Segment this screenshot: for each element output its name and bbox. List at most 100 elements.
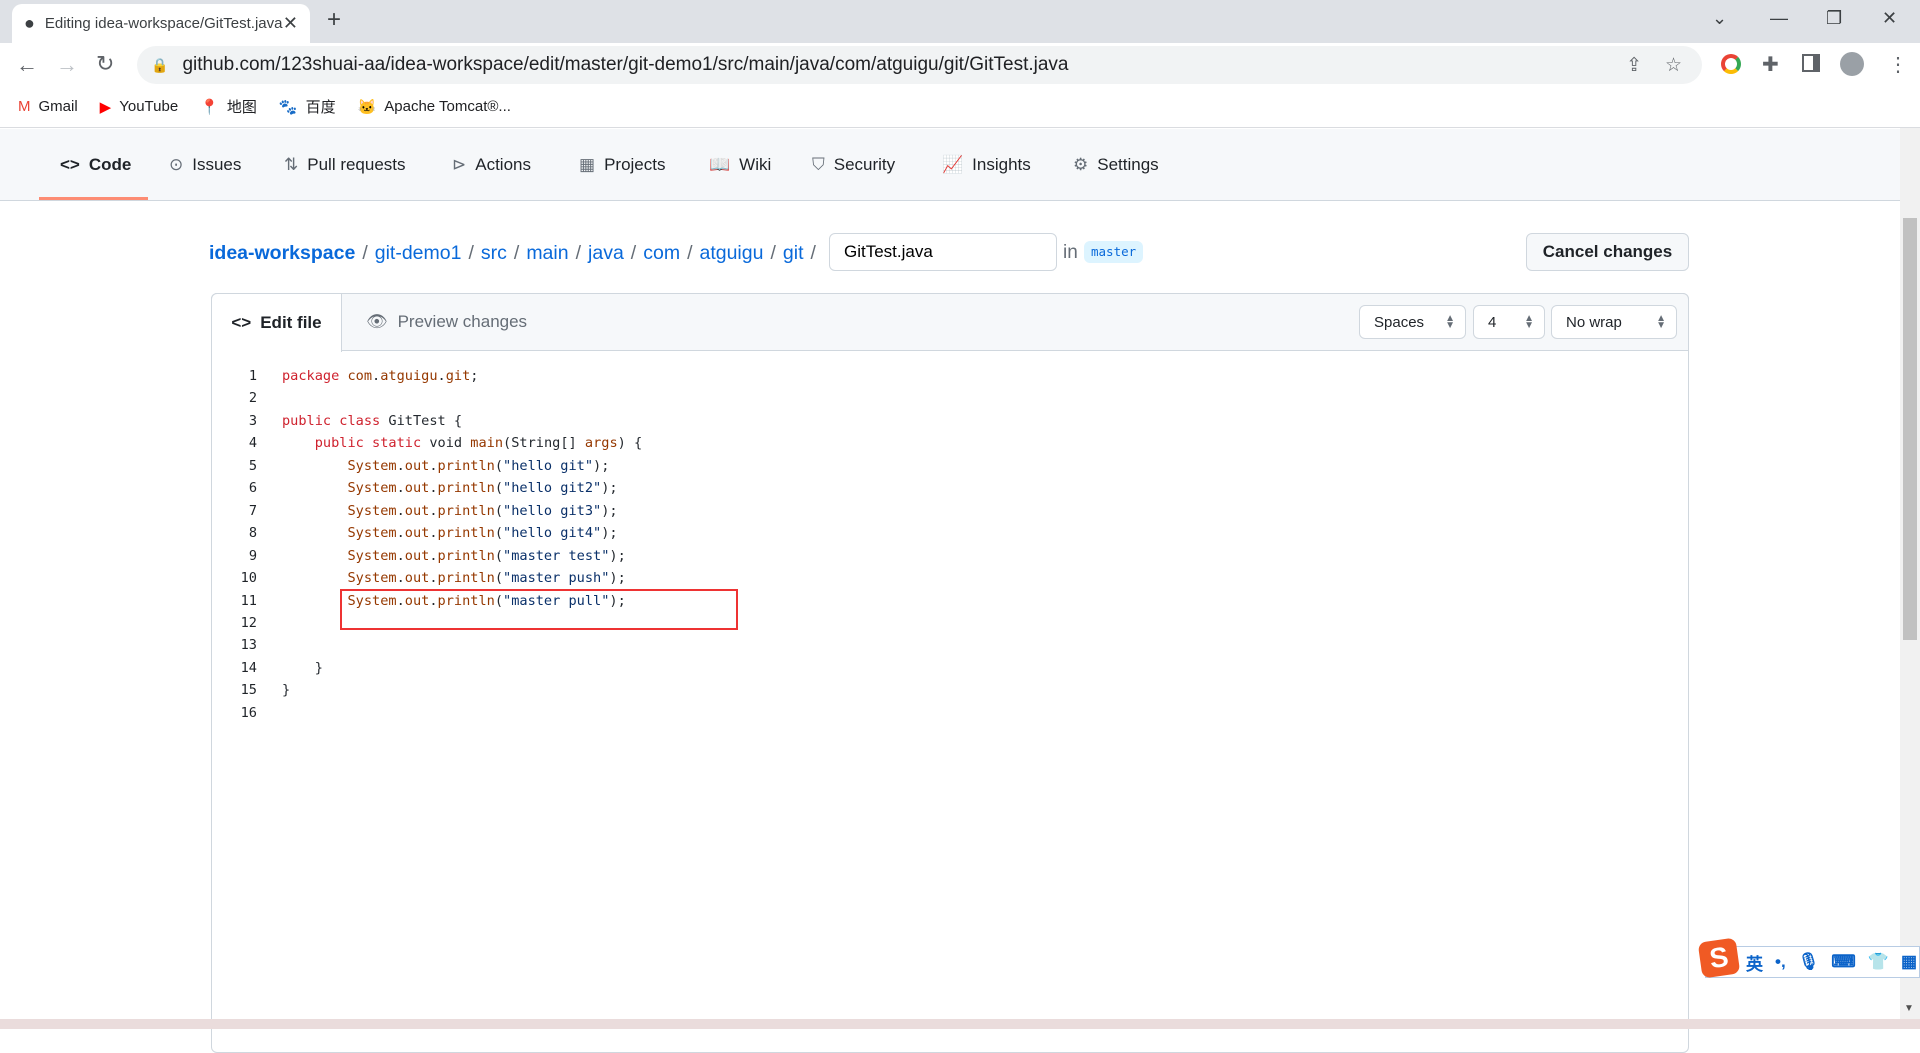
code-line: public static void main(String[] args) { [314,435,643,452]
tab-preview-changes[interactable]: 👁 Preview changes [366,293,527,351]
breadcrumb-item[interactable]: git-demo1 [375,242,462,265]
repo-nav: <> Code ⊙ Issues ⇅ Pull requests ⊳ Actions ▦… [0,129,1900,201]
microphone-icon[interactable]: 🎙 [1798,952,1820,972]
scroll-down-icon[interactable]: ▼ [1904,1003,1914,1014]
restore-button[interactable]: ❐ [1826,8,1842,29]
breadcrumb-item[interactable]: src [481,242,507,265]
line-number: 6 [248,480,257,497]
new-tab-button[interactable]: + [327,6,341,34]
share-icon[interactable]: ⇪ [1626,54,1642,77]
eye-icon: 👁 [366,312,388,331]
code-line: System.out.println("master test"); [347,547,626,564]
profile-avatar[interactable] [1840,52,1864,76]
indent-mode-select[interactable]: Spaces ▲ ▼ [1359,305,1466,339]
side-panel-icon[interactable] [1802,54,1820,72]
tab-edit-file[interactable]: <> Edit file [211,293,342,352]
bookmark-tomcat[interactable]: 🐱 Apache Tomcat®... [358,98,511,116]
bookmarks-bar: M Gmail ▶ YouTube 📍 地图 🐾 百度 🐱 Apache Tomcat®.… [0,86,1920,128]
editor-box [211,293,1689,1053]
reload-icon[interactable]: ↻ [96,51,114,77]
line-number: 11 [240,592,257,609]
address-bar[interactable]: 🔒 github.com/123shuai-aa/idea-workspace/… [137,46,1702,84]
nav-wiki[interactable]: 📖 Wiki [709,129,771,201]
taskbar-edge [0,1019,1920,1029]
code-line: System.out.println("hello git4"); [347,525,618,542]
tomcat-icon: 🐱 [357,98,377,116]
nav-settings[interactable]: ⚙ Settings [1073,129,1159,201]
graph-icon: 📈 [942,155,964,174]
skin-icon[interactable]: 👕 [1868,952,1889,972]
menu-icon[interactable]: ⋮ [1888,52,1908,77]
minimize-button[interactable]: — [1770,8,1788,29]
youtube-icon: ▶ [99,98,112,116]
bookmark-baidu[interactable]: 🐾 百度 [279,96,336,117]
code-line: System.out.println("hello git3"); [347,502,618,519]
scrollbar-thumb[interactable] [1903,218,1917,640]
breadcrumb-item[interactable]: java [588,242,624,265]
nav-pull-requests[interactable]: ⇅ Pull requests [284,129,406,201]
nav-issues[interactable]: ⊙ Issues [169,129,241,201]
back-icon[interactable]: ← [16,52,38,78]
indent-size-select[interactable]: 4 ▲ ▼ [1473,305,1545,339]
bookmark-gmail[interactable]: M Gmail [18,98,78,115]
line-number: 15 [240,682,257,699]
nav-insights[interactable]: 📈 Insights [942,129,1031,201]
ime-lang[interactable]: 英 [1746,950,1763,975]
code-line: System.out.println("master push"); [347,570,626,587]
breadcrumb-item[interactable]: atguigu [699,242,763,265]
wrap-mode-select[interactable]: No wrap ▲ ▼ [1551,305,1677,339]
keyboard-icon[interactable]: ⌨ [1831,952,1856,972]
line-number: 13 [240,637,257,654]
bookmark-youtube[interactable]: ▶ YouTube [100,98,179,116]
line-number: 8 [248,525,257,542]
punctuation-icon[interactable]: •, [1775,952,1786,972]
breadcrumb: idea-workspace / git-demo1/ src / main / ja… [209,241,816,265]
code-line: } [282,659,323,676]
nav-projects[interactable]: ▦ Projects [579,129,665,201]
apps-icon[interactable]: ▦ [1901,952,1917,972]
in-label: in [1063,242,1078,263]
bookmark-maps[interactable]: 📍 地图 [200,96,257,117]
select-arrows-icon: ▲ ▼ [1524,313,1534,331]
line-number: 7 [248,502,257,519]
line-number: 4 [248,435,257,452]
breadcrumb-item[interactable]: main [526,242,568,265]
chrome-extension-icon[interactable] [1721,54,1741,74]
gmail-icon: M [18,98,31,115]
nav-security[interactable]: ⛉ Security [812,129,895,201]
line-number: 3 [248,412,257,429]
nav-code[interactable]: <> Code [60,129,131,201]
nav-actions[interactable]: ⊳ Actions [452,129,531,201]
code-icon: <> [60,155,80,174]
maps-icon: 📍 [200,98,219,116]
table-icon: ▦ [579,155,596,174]
sogou-logo-icon: S [1697,937,1741,979]
branch-badge: master [1084,241,1144,263]
select-arrows-icon: ▲ ▼ [1445,313,1455,331]
baidu-icon: 🐾 [278,98,298,116]
line-number: 1 [248,368,257,384]
cancel-changes-button[interactable]: Cancel changes [1526,233,1689,271]
shield-icon: ⛉ [812,155,825,174]
issue-icon: ⊙ [169,155,184,174]
lock-icon: 🔒 [151,56,169,73]
forward-icon[interactable]: → [56,52,78,78]
close-tab-icon[interactable]: ✕ [283,13,298,34]
line-number: 9 [248,547,257,564]
breadcrumb-item[interactable]: git [783,242,804,265]
book-icon: 📖 [709,155,731,174]
browser-tab[interactable]: ● Editing idea-workspace/GitTest.java ✕ [12,4,310,43]
filename-input[interactable] [829,233,1057,271]
close-window-button[interactable]: ✕ [1882,8,1897,29]
code-line: System.out.println("hello git"); [347,457,610,474]
star-icon[interactable]: ☆ [1665,54,1682,77]
line-number: 10 [240,570,257,587]
gear-icon: ⚙ [1073,155,1089,174]
breadcrumb-item[interactable]: com [643,242,680,265]
extensions-icon[interactable]: ✚ [1762,52,1779,77]
line-number: 14 [240,659,257,676]
tab-search-icon[interactable]: ⌄ [1712,8,1727,29]
line-number: 2 [248,390,257,407]
code-line: } [282,682,291,699]
breadcrumb-repo[interactable]: idea-workspace [209,242,355,265]
